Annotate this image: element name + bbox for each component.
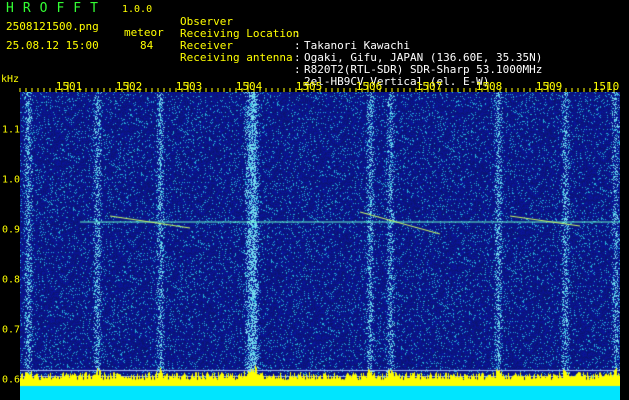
spectrogram — [20, 92, 620, 400]
time-axis — [19, 82, 615, 92]
y-tick-label: 0.9 — [2, 224, 21, 236]
y-tick-label: 1.0 — [2, 174, 21, 186]
timestamp: 25.08.12 15:00 — [6, 39, 99, 52]
app-title: HROFFT — [6, 1, 107, 16]
y-tick-label: 0.8 — [2, 274, 21, 286]
info-separator: : — [294, 63, 301, 76]
y-tick-label: 0.7 — [2, 324, 21, 336]
file-name: 2508121500.png — [6, 20, 99, 33]
info-key: Receiving antenna — [180, 51, 293, 64]
meteor-count: 84 — [140, 39, 154, 52]
version-label: 1.0.0 — [122, 4, 153, 15]
y-tick-label: 0.6 — [2, 374, 21, 386]
meteor-label: meteor — [124, 26, 164, 39]
y-tick-label: 1.1 — [2, 124, 21, 136]
